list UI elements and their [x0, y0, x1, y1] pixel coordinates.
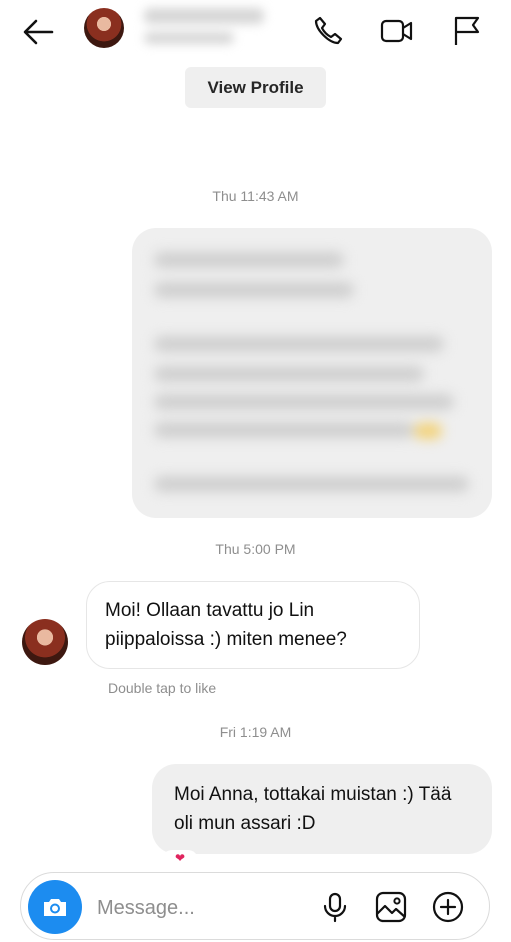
video-camera-icon[interactable]	[380, 14, 414, 48]
double-tap-hint: Double tap to like	[108, 680, 217, 696]
camera-icon	[40, 892, 70, 922]
phone-icon[interactable]	[311, 14, 345, 48]
message-composer	[20, 872, 490, 940]
add-circle-icon[interactable]	[431, 890, 465, 924]
contact-avatar[interactable]	[84, 8, 124, 48]
timestamp: Thu 5:00 PM	[215, 541, 296, 557]
back-arrow-icon[interactable]	[20, 14, 56, 50]
gallery-icon[interactable]	[374, 890, 408, 924]
message-input[interactable]	[95, 891, 299, 925]
message-bubble-blurred[interactable]	[132, 228, 492, 518]
camera-button[interactable]	[28, 880, 82, 934]
contact-name-blurred[interactable]	[144, 8, 272, 52]
incoming-message-bubble[interactable]: Moi! Ollaan tavattu jo Lin piippaloissa …	[86, 581, 420, 669]
chat-header	[0, 0, 511, 64]
heart-reaction-icon[interactable]: ❤	[162, 850, 198, 866]
microphone-icon[interactable]	[318, 890, 352, 924]
timestamp: Thu 11:43 AM	[212, 188, 299, 204]
sender-avatar[interactable]	[22, 619, 68, 665]
blurred-text	[132, 228, 492, 518]
flag-icon[interactable]	[450, 14, 484, 48]
view-profile-button[interactable]: View Profile	[185, 67, 326, 108]
timestamp: Fri 1:19 AM	[219, 724, 292, 740]
outgoing-message-bubble[interactable]: Moi Anna, tottakai muistan :) Tää oli mu…	[152, 764, 492, 854]
